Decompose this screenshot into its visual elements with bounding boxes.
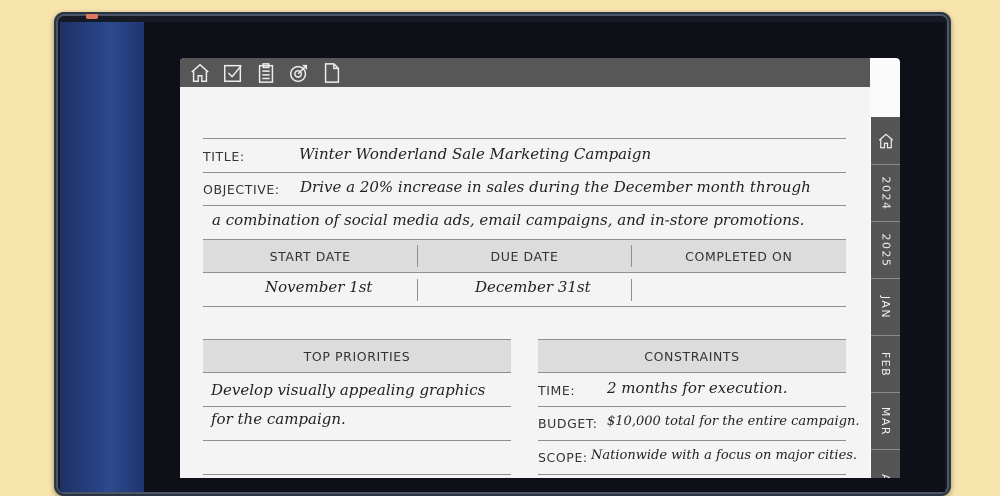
side-tab-2024[interactable]: 2024 (871, 165, 900, 222)
device-cover-edge (60, 22, 144, 492)
priority-line-2[interactable]: for the campaign. (211, 410, 346, 428)
side-tab-home[interactable] (871, 117, 900, 165)
priority-line-1[interactable]: Develop visually appealing graphics (211, 381, 485, 399)
rule (203, 406, 511, 407)
goal-icon[interactable] (287, 61, 311, 85)
rule (203, 306, 846, 307)
scope-value[interactable]: Nationwide with a focus on major cities. (591, 448, 857, 463)
checkbox-icon[interactable] (221, 61, 245, 85)
time-label: TIME: (538, 383, 576, 398)
side-tab-feb[interactable]: FEB (871, 336, 900, 393)
time-value[interactable]: 2 months for execution. (607, 379, 787, 397)
top-priorities-label: TOP PRIORITIES (303, 348, 411, 364)
side-tab-label: JAN (879, 295, 892, 319)
start-date-label: START DATE (269, 248, 351, 264)
planner-screen: TITLE: Winter Wonderland Sale Marketing … (180, 58, 900, 478)
divider (631, 245, 632, 267)
side-tab-2025[interactable]: 2025 (871, 222, 900, 279)
title-value[interactable]: Winter Wonderland Sale Marketing Campaig… (299, 145, 651, 163)
completed-on-label: COMPLETED ON (685, 248, 793, 264)
divider (417, 279, 418, 301)
scope-label: SCOPE: (538, 450, 588, 465)
rule (203, 440, 511, 441)
rule (203, 172, 846, 173)
side-tab-jan[interactable]: JAN (871, 279, 900, 336)
rule (203, 474, 511, 475)
clipboard-icon[interactable] (254, 61, 278, 85)
top-priorities-header: TOP PRIORITIES (203, 339, 511, 373)
side-tab-mar[interactable]: MAR (871, 393, 900, 450)
power-led (86, 14, 98, 19)
project-page: TITLE: Winter Wonderland Sale Marketing … (180, 87, 870, 478)
budget-label: BUDGET: (538, 416, 598, 431)
top-toolbar (180, 58, 870, 87)
dates-header: START DATE DUE DATE COMPLETED ON (203, 239, 846, 273)
document-icon[interactable] (320, 61, 344, 85)
start-date-value[interactable]: November 1st (265, 278, 372, 296)
rule (203, 138, 846, 139)
side-tab-label: 2024 (879, 176, 892, 210)
title-label: TITLE: (203, 149, 245, 164)
rule (538, 406, 846, 407)
home-icon[interactable] (188, 61, 212, 85)
rule (538, 440, 846, 441)
due-date-label: DUE DATE (490, 248, 559, 264)
side-tab-label: 2025 (879, 233, 892, 267)
due-date-value[interactable]: December 31st (475, 278, 591, 296)
objective-label: OBJECTIVE: (203, 182, 280, 197)
objective-line-1[interactable]: Drive a 20% increase in sales during the… (300, 178, 811, 196)
divider (417, 245, 418, 267)
home-icon (878, 132, 893, 148)
constraints-label: CONSTRAINTS (644, 348, 740, 364)
constraints-header: CONSTRAINTS (538, 339, 846, 373)
side-tab-label: MAR (879, 406, 893, 436)
side-tab-apr[interactable]: A (871, 450, 900, 478)
rule (538, 474, 846, 475)
divider (631, 279, 632, 301)
side-tab-bar: 2024 2025 JAN FEB MAR A (871, 117, 900, 478)
budget-value[interactable]: $10,000 total for the entire campaign. (607, 414, 860, 429)
rule (203, 205, 846, 206)
side-tab-label: FEB (878, 351, 892, 377)
objective-line-2[interactable]: a combination of social media ads, email… (212, 211, 804, 229)
